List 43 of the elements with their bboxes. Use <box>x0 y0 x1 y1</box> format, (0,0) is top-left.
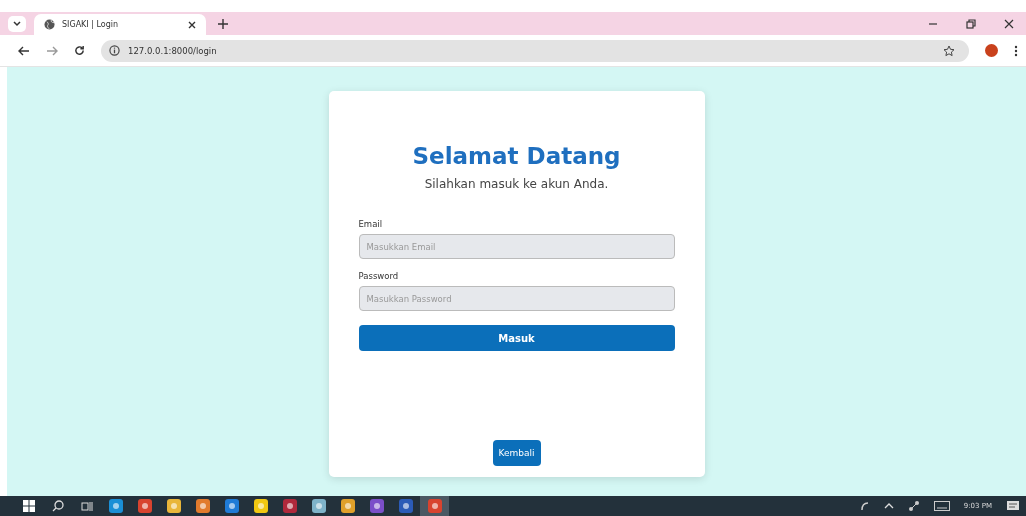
subtitle-text: Silahkan masuk ke akun Anda. <box>424 177 609 191</box>
keyboard-icon[interactable] <box>933 501 950 511</box>
reload-icon[interactable] <box>74 45 85 56</box>
chevron-icon <box>13 20 21 27</box>
address-bar[interactable]: 127.0.0.1:8000/login <box>101 39 969 62</box>
input-field[interactable]: Masukkan Password <box>358 286 675 311</box>
app-icon[interactable] <box>137 499 152 513</box>
search-icon[interactable] <box>51 500 64 512</box>
field-label: Email <box>358 219 384 229</box>
tab-list-button[interactable] <box>8 15 26 32</box>
app-icon[interactable] <box>224 499 239 513</box>
network-icon[interactable] <box>907 500 920 512</box>
app-icon[interactable] <box>282 499 297 513</box>
notification-icon[interactable] <box>1006 500 1020 512</box>
url-text: 127.0.0.1:8000/login <box>128 45 217 56</box>
forward-arrow-icon[interactable] <box>46 45 58 56</box>
star-icon[interactable] <box>943 44 955 57</box>
app-icon[interactable] <box>311 499 326 513</box>
app-icon[interactable] <box>195 499 210 513</box>
close-icon[interactable] <box>1004 18 1014 29</box>
restore-icon[interactable] <box>966 18 976 29</box>
info-icon[interactable] <box>109 45 120 56</box>
login-button[interactable]: Masuk <box>358 325 675 351</box>
globe-icon <box>44 19 55 30</box>
back-arrow-icon[interactable] <box>18 45 30 56</box>
profile-avatar[interactable] <box>985 44 998 57</box>
field-label: Password <box>358 271 400 281</box>
welcome-heading: Selamat Datang <box>412 143 621 169</box>
back-button[interactable]: Kembali <box>492 440 541 466</box>
close-tab-icon[interactable] <box>188 20 196 29</box>
task-view-icon[interactable] <box>80 500 93 512</box>
app-icon[interactable] <box>108 499 123 513</box>
app-icon[interactable] <box>398 499 413 513</box>
new-tab-icon[interactable] <box>218 18 228 29</box>
tab-title: SIGAKI | Login <box>62 20 119 29</box>
app-icon[interactable] <box>253 499 268 513</box>
menu-icon[interactable] <box>1014 44 1018 57</box>
windows-icon[interactable] <box>22 500 35 512</box>
input-field[interactable]: Masukkan Email <box>358 234 675 259</box>
app-icon[interactable] <box>369 499 384 513</box>
app-icon[interactable] <box>340 499 355 513</box>
chevron-up-icon[interactable] <box>883 502 894 510</box>
browser-tab[interactable]: SIGAKI | Login <box>34 14 206 35</box>
